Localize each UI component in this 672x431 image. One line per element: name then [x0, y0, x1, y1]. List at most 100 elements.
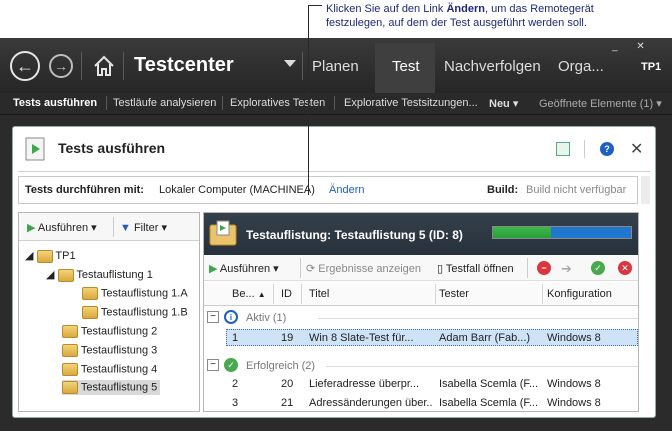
collapse-arrow-icon[interactable]: ◢: [25, 250, 33, 262]
filter-icon: ▼: [120, 222, 131, 234]
tree-node-selected[interactable]: Testauflistung 5: [62, 380, 161, 395]
build-label: Build:: [487, 184, 519, 196]
progress-bar: [492, 226, 632, 239]
open-testcase-button[interactable]: ▯ Testfall öffnen: [437, 262, 514, 275]
collapse-group-icon[interactable]: −: [207, 359, 219, 371]
column-header-title[interactable]: Titel: [309, 288, 329, 300]
group-label-passed: Erfolgreich (2): [246, 360, 316, 372]
window-controls[interactable]: _ ✕: [612, 41, 653, 52]
column-header-order[interactable]: Be... ▲: [232, 288, 266, 300]
chevron-down-icon: ▾: [91, 222, 97, 234]
group-divider: [326, 366, 638, 367]
chevron-down-icon: ▾: [161, 222, 167, 234]
active-status-icon: i: [224, 310, 238, 324]
progress-fill: [493, 227, 551, 238]
tree-node[interactable]: Testauflistung 3: [62, 344, 157, 357]
suite-title: Testauflistung: Testauflistung 5 (ID: 8): [246, 228, 463, 242]
hub-nachverfolgen[interactable]: Nachverfolgen: [444, 58, 541, 75]
separator: [222, 96, 223, 110]
tree-node[interactable]: Testauflistung 1.A: [82, 287, 188, 300]
separator: [81, 52, 82, 80]
column-divider[interactable]: [301, 284, 302, 304]
change-link[interactable]: Ändern: [329, 184, 364, 196]
separator: [584, 140, 585, 158]
column-divider[interactable]: [542, 284, 543, 304]
tree-node[interactable]: Testauflistung 4: [62, 363, 157, 376]
subnav-run-tests[interactable]: Tests ausführen: [13, 97, 97, 109]
scrollbar[interactable]: [641, 176, 650, 204]
filter-button[interactable]: ▼ Filter ▾: [120, 221, 167, 234]
cell-title: Lieferadresse überpr...: [309, 378, 420, 390]
column-divider[interactable]: [435, 284, 436, 304]
column-header-id[interactable]: ID: [281, 288, 292, 300]
tree-run-button[interactable]: ▶ Ausführen ▾: [27, 221, 97, 234]
chevron-down-icon: ▾: [656, 98, 662, 110]
group-divider: [318, 318, 638, 319]
chevron-down-icon[interactable]: [284, 60, 296, 67]
cell-order: 3: [232, 397, 239, 409]
cell-tester: Isabella Scemla (F...: [439, 378, 539, 390]
separator: [123, 52, 124, 80]
subnav-exploratory-testing[interactable]: Exploratives Testen: [230, 97, 325, 109]
callout-leader-line-vertical: [308, 5, 309, 195]
collapse-group-icon[interactable]: −: [207, 311, 219, 323]
forward-icon[interactable]: →: [49, 54, 73, 78]
skip-icon[interactable]: ➔: [561, 261, 572, 277]
cell-configuration: Windows 8: [547, 332, 601, 344]
document-icon: ▯: [437, 263, 444, 275]
tree-node[interactable]: Testauflistung 2: [62, 325, 157, 338]
callout-text: Klicken Sie auf den Link Ändern, um das …: [326, 3, 594, 29]
grid-run-button[interactable]: ▶ Ausführen ▾: [209, 262, 279, 275]
play-icon: ▶: [27, 222, 36, 234]
tree-node[interactable]: Testauflistung 1.B: [82, 306, 188, 319]
help-icon[interactable]: ?: [600, 142, 614, 156]
project-label[interactable]: TP1: [641, 61, 661, 73]
suite-folder-icon: [62, 325, 78, 338]
play-icon: ▶: [209, 263, 218, 275]
cell-configuration: Windows 8: [547, 378, 601, 390]
chevron-down-icon: ▾: [512, 98, 519, 110]
separator: [527, 258, 528, 278]
run-tests-icon: [22, 136, 48, 162]
block-icon[interactable]: −: [537, 261, 551, 275]
collapse-arrow-icon[interactable]: ◢: [46, 269, 54, 281]
hub-planen[interactable]: Planen: [312, 58, 359, 75]
run-with-label: Tests durchführen mit:: [25, 184, 144, 196]
run-with-value: Lokaler Computer (MACHINEA): [159, 184, 315, 196]
suite-folder-icon: [36, 249, 53, 263]
column-header-tester[interactable]: Tester: [439, 288, 469, 300]
subnav-analyze-runs[interactable]: Testläufe analysieren: [113, 97, 216, 109]
callout-leader-line: [308, 5, 322, 6]
back-icon[interactable]: ←: [10, 51, 40, 81]
suite-folder-icon: [82, 306, 98, 319]
column-header-configuration[interactable]: Konfiguration: [547, 288, 612, 300]
home-icon[interactable]: [92, 54, 116, 78]
suite-folder-icon: [62, 344, 78, 357]
subnav-new[interactable]: Neu ▾: [489, 97, 518, 110]
suite-folder-icon: [208, 219, 238, 247]
suite-folder-icon: [62, 363, 78, 376]
suite-folder-icon: [82, 287, 98, 300]
refresh-icon[interactable]: [556, 142, 570, 156]
cell-tester: Isabella Scemla (F...: [439, 397, 539, 409]
cell-id: 19: [281, 332, 294, 344]
hub-test[interactable]: Test: [392, 58, 420, 75]
panel-title: Tests ausführen: [58, 140, 166, 156]
view-results-button[interactable]: ⟳ Ergebnisse anzeigen: [306, 262, 421, 275]
cell-order: 2: [232, 378, 239, 390]
suite-folder-icon: [62, 381, 78, 394]
header-divider: [18, 171, 650, 172]
tree-node[interactable]: ◢ Testauflistung 1: [46, 268, 153, 282]
column-divider[interactable]: [273, 284, 274, 304]
close-icon[interactable]: ✕: [630, 139, 643, 159]
fail-icon[interactable]: ✕: [618, 261, 632, 275]
app-title: Testcenter: [134, 54, 234, 76]
hub-organisation[interactable]: Orga...: [558, 58, 604, 75]
cell-configuration: Windows 8: [547, 397, 601, 409]
sort-asc-icon: ▲: [257, 290, 266, 299]
subnav-exploratory-sessions[interactable]: Explorative Testsitzungen...: [344, 97, 478, 109]
tree-node-root[interactable]: ◢ TP1: [25, 249, 76, 263]
pass-icon[interactable]: ✓: [591, 261, 605, 275]
subnav-open-items[interactable]: Geöffnete Elemente (1) ▾: [539, 97, 662, 110]
build-value: Build nicht verfügbar: [526, 184, 627, 196]
